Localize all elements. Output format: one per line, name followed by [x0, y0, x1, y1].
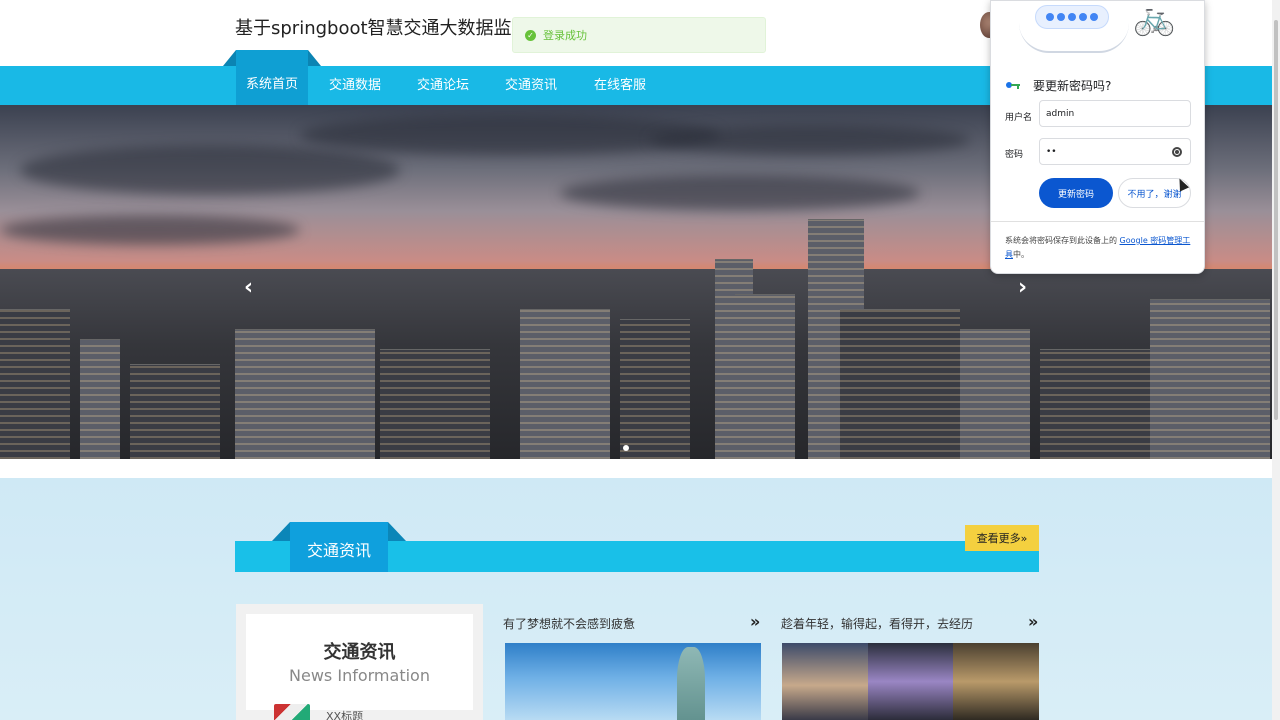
key-icon	[1006, 82, 1020, 89]
scrollbar-thumb[interactable]	[1274, 20, 1278, 420]
popup-divider	[991, 221, 1204, 222]
nav-item-traffic-data[interactable]: 交通数据	[329, 66, 381, 105]
view-more-button[interactable]: 查看更多»	[965, 525, 1039, 551]
footer-text-before: 系统会将密码保存到此设备上的	[1005, 236, 1120, 245]
toast-text: 登录成功	[543, 29, 587, 42]
username-label: 用户名	[1005, 113, 1033, 123]
password-value: ••	[1046, 146, 1057, 157]
column-more-arrow[interactable]: »	[1028, 612, 1038, 631]
banner-next-arrow[interactable]: ›	[1018, 275, 1027, 300]
news-item-title[interactable]: XX标题	[326, 708, 363, 720]
news-column-title[interactable]: 趁着年轻，输得起，看得开，去经历	[781, 615, 973, 632]
news-image[interactable]	[505, 643, 761, 720]
carousel-indicator[interactable]	[623, 445, 629, 451]
column-more-arrow[interactable]: »	[750, 612, 760, 631]
password-illustration: 🚲	[991, 1, 1206, 63]
username-field[interactable]: admin	[1039, 100, 1191, 127]
statue-image	[677, 647, 705, 720]
nav-item-online-service[interactable]: 在线客服	[594, 66, 646, 105]
password-save-popup: 🚲 要更新密码吗? 用户名 admin 密码 •• 更新密码 不用了，谢谢 系统…	[990, 0, 1205, 274]
eye-icon[interactable]	[1172, 147, 1182, 157]
news-column-title[interactable]: 有了梦想就不会感到疲惫	[503, 615, 635, 632]
site-title: 基于springboot智慧交通大数据监控平	[235, 18, 548, 39]
footer-text-after: 中。	[1013, 250, 1029, 259]
news-card-subtitle: News Information	[289, 666, 430, 685]
city-skyline	[0, 219, 1280, 459]
update-password-button[interactable]: 更新密码	[1039, 178, 1113, 208]
password-field[interactable]: ••	[1039, 138, 1191, 165]
popup-title: 要更新密码吗?	[1033, 79, 1112, 93]
news-image[interactable]	[782, 643, 1040, 720]
password-dots-icon	[1035, 5, 1109, 29]
section-title: 交通资讯	[272, 522, 406, 572]
news-card-title: 交通资讯	[323, 642, 396, 663]
nav-item-home-label: 系统首页	[245, 77, 298, 92]
nav-item-traffic-news[interactable]: 交通资讯	[505, 66, 557, 105]
nav-item-home[interactable]: 系统首页	[223, 50, 321, 105]
cyclist-icon: 🚲	[1133, 0, 1176, 38]
section-title-text: 交通资讯	[306, 541, 371, 560]
login-success-toast: ✓ 登录成功	[512, 17, 766, 53]
username-value: admin	[1046, 108, 1075, 119]
password-label: 密码	[1005, 150, 1024, 160]
nav-item-traffic-forum[interactable]: 交通论坛	[417, 66, 469, 105]
news-info-card: 交通资讯 News Information XX标题	[236, 604, 483, 720]
success-check-icon: ✓	[525, 29, 536, 41]
popup-footer: 系统会将密码保存到此设备上的 Google 密码管理工具中。	[1005, 234, 1195, 262]
news-item-thumbnail[interactable]	[274, 704, 310, 720]
banner-prev-arrow[interactable]: ‹	[244, 275, 253, 300]
